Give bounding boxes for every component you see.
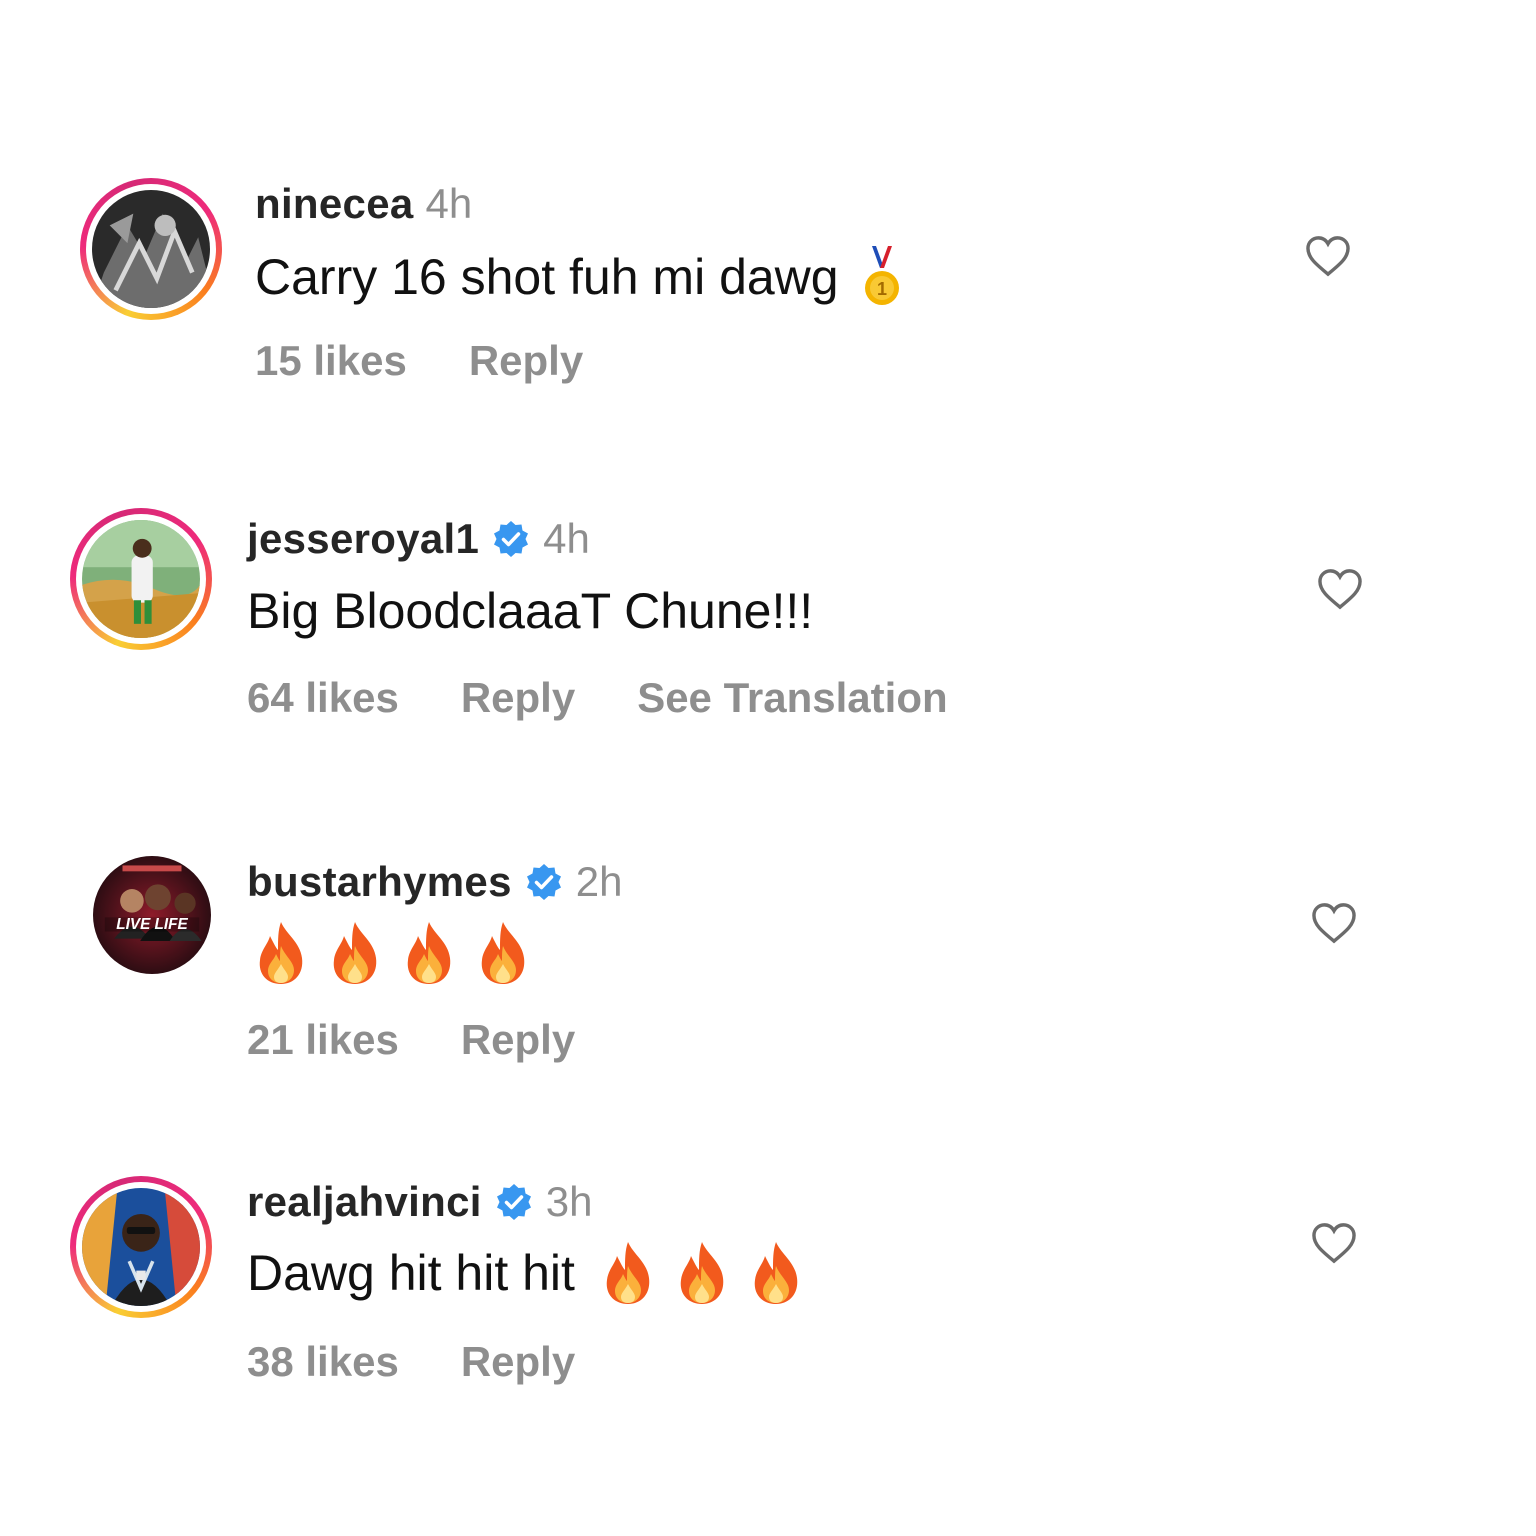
fire-emoji	[680, 1242, 724, 1304]
reply-button[interactable]: Reply	[461, 1016, 575, 1064]
comment-timestamp: 3h	[545, 1178, 593, 1225]
verified-badge-icon	[496, 1184, 531, 1220]
reply-button[interactable]: Reply	[461, 1338, 575, 1386]
comment-username[interactable]: realjahvinci	[247, 1178, 482, 1226]
avatar[interactable]: LIVE LIFE	[93, 856, 211, 974]
fire-emoji	[407, 922, 451, 984]
fire-emoji	[333, 922, 377, 984]
profile-photo: LIVE LIFE	[93, 856, 211, 974]
comment-username[interactable]: bustarhymes	[247, 858, 512, 906]
verified-badge-icon	[526, 864, 561, 900]
profile-photo	[82, 1188, 200, 1306]
comment-timestamp: 4h	[543, 515, 590, 562]
verified-badge-icon	[494, 521, 529, 557]
likes-count[interactable]: 15 likes	[255, 337, 407, 385]
comment-text: Carry 16 shot fuh mi dawg	[255, 249, 839, 305]
fire-emoji	[606, 1242, 650, 1304]
svg-text:1: 1	[877, 279, 887, 299]
reply-button[interactable]: Reply	[469, 337, 583, 385]
see-translation-button[interactable]: See Translation	[637, 674, 947, 722]
avatar-text: LIVE LIFE	[116, 916, 188, 933]
likes-count[interactable]: 38 likes	[247, 1338, 399, 1386]
heart-icon[interactable]	[1305, 235, 1351, 277]
likes-count[interactable]: 64 likes	[247, 674, 399, 722]
heart-icon[interactable]	[1317, 568, 1363, 610]
comment-text: Dawg hit hit hit	[247, 1245, 575, 1301]
comment-username[interactable]: ninecea	[255, 180, 414, 228]
comment-text: Big BloodclaaaT Chune!!!	[247, 583, 814, 639]
comment-timestamp: 2h	[575, 858, 623, 905]
fire-emoji	[754, 1242, 798, 1304]
medal-emoji: 1	[864, 245, 899, 305]
fire-emoji	[481, 922, 525, 984]
reply-button[interactable]: Reply	[461, 674, 575, 722]
heart-icon[interactable]	[1311, 902, 1357, 944]
avatar[interactable]	[70, 1176, 212, 1318]
fire-emoji	[259, 922, 303, 984]
comment-timestamp: 4h	[425, 180, 473, 227]
avatar[interactable]	[80, 178, 222, 320]
avatar[interactable]	[70, 508, 212, 650]
likes-count[interactable]: 21 likes	[247, 1016, 399, 1064]
profile-photo	[82, 520, 200, 638]
profile-photo	[92, 190, 210, 308]
heart-icon[interactable]	[1311, 1222, 1357, 1264]
comment-username[interactable]: jesseroyal1	[247, 515, 479, 563]
